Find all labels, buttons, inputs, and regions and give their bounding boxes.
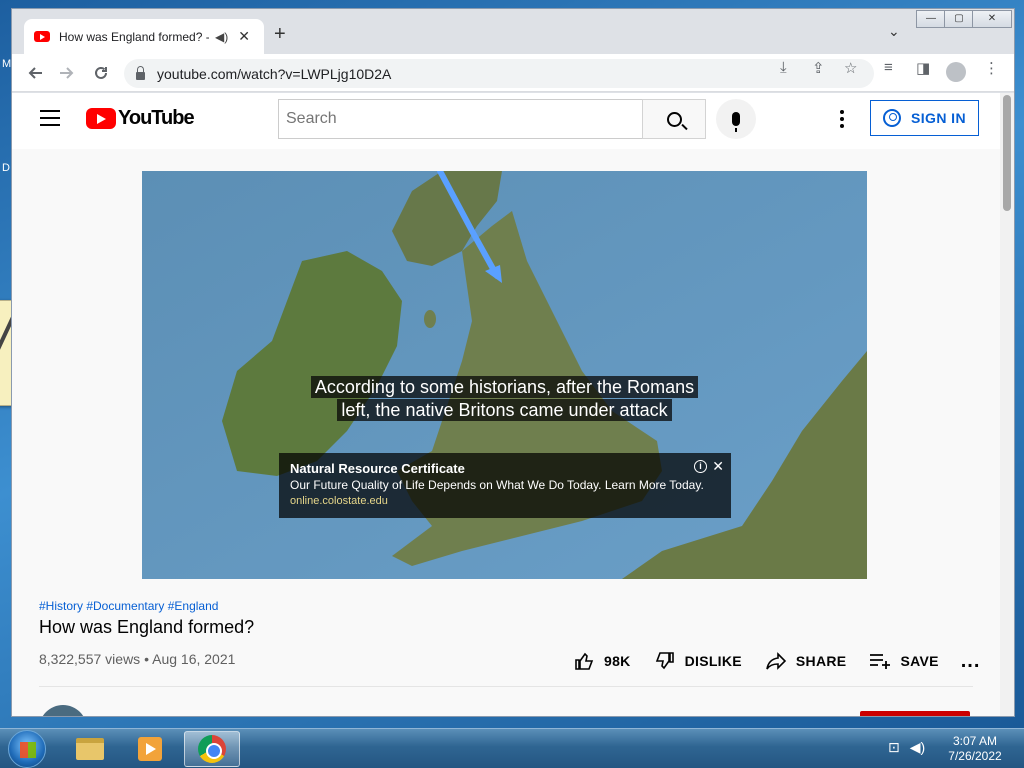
section-divider <box>39 686 973 687</box>
arrow-forward-icon <box>60 67 74 79</box>
taskbar-media-player[interactable] <box>122 731 178 767</box>
lock-icon[interactable] <box>136 65 145 80</box>
search-icon <box>666 111 682 127</box>
ad-url: online.colostate.edu <box>290 495 388 507</box>
page-scrollbar[interactable] <box>1000 93 1014 716</box>
page-viewport: YouTube SIGN IN <box>12 93 1014 716</box>
video-title: How was England formed? <box>39 617 255 637</box>
microphone-icon <box>732 112 740 132</box>
sign-in-label: SIGN IN <box>911 110 966 126</box>
youtube-wordmark: YouTube <box>118 107 195 129</box>
subtitle-line-1: According to some historians, after the … <box>142 376 867 398</box>
ad-info-icon[interactable]: i <box>694 460 707 473</box>
desktop-icon-label[interactable]: D <box>2 162 10 174</box>
taskbar: ⊡ ◀) 3:07 AM 7/26/2022 <box>0 728 1024 768</box>
dislike-label: DISLIKE <box>684 653 742 669</box>
chrome-menu-icon[interactable]: ⋮ <box>984 59 999 77</box>
back-button[interactable] <box>22 60 48 86</box>
address-bar[interactable]: youtube.com/watch?v=LWPLjg10D2A <box>124 59 874 88</box>
browser-window: How was England formed? - ◀) ✕ + ⌄ — ▢ ✕… <box>11 8 1015 717</box>
scrollbar-thumb[interactable] <box>1003 95 1011 211</box>
clock-time: 3:07 AM <box>952 734 998 748</box>
video-player[interactable]: According to some historians, after the … <box>142 171 867 579</box>
arrow-back-icon <box>28 67 42 79</box>
channel-avatar[interactable] <box>39 705 87 716</box>
subscribe-button[interactable] <box>860 711 970 716</box>
chrome-icon <box>198 735 226 763</box>
youtube-play-icon <box>86 108 116 129</box>
share-page-icon[interactable]: ⇪ <box>812 59 825 77</box>
network-icon[interactable]: ⊡ <box>888 739 900 756</box>
taskbar-chrome[interactable] <box>184 731 240 767</box>
start-button[interactable] <box>8 730 46 768</box>
account-circle-icon <box>883 109 902 127</box>
minimize-button[interactable]: — <box>916 10 946 28</box>
youtube-header: YouTube SIGN IN <box>12 93 1000 149</box>
dislike-button[interactable]: DISLIKE <box>653 650 742 672</box>
browser-toolbar: youtube.com/watch?v=LWPLjg10D2A ⤓ ⇪ ☆ ≡ … <box>12 54 1014 92</box>
overlay-ad[interactable]: Natural Resource Certificate Our Future … <box>279 453 731 518</box>
media-player-icon <box>138 737 162 761</box>
search-button[interactable] <box>642 99 706 139</box>
reload-button[interactable] <box>88 60 114 86</box>
folder-icon <box>76 738 104 760</box>
youtube-logo[interactable]: YouTube <box>86 107 195 130</box>
thumbs-up-icon <box>572 650 596 672</box>
meta-separator: • <box>144 651 149 667</box>
like-button[interactable]: 98K <box>572 650 631 672</box>
media-control-icon[interactable]: ≡ <box>884 59 893 76</box>
voice-search-button[interactable] <box>716 99 756 139</box>
tab-strip: How was England formed? - ◀) ✕ + ⌄ — ▢ ✕ <box>12 9 1014 54</box>
video-meta: 8,322,557 views • Aug 16, 2021 <box>39 651 235 667</box>
desktop-icon-label[interactable]: M <box>2 58 11 70</box>
save-button[interactable]: SAVE <box>868 650 938 672</box>
add-to-playlist-icon <box>868 650 892 672</box>
side-panel-icon[interactable]: ◨ <box>916 59 930 77</box>
profile-avatar-icon[interactable] <box>946 62 966 82</box>
maximize-button[interactable]: ▢ <box>944 10 974 28</box>
forward-button[interactable] <box>54 60 80 86</box>
clock-date: 7/26/2022 <box>948 749 1002 763</box>
thumbs-down-icon <box>653 650 677 672</box>
like-count: 98K <box>604 653 631 669</box>
bookmark-star-icon[interactable]: ☆ <box>844 59 857 77</box>
new-tab-button[interactable]: + <box>274 23 286 46</box>
ad-title: Natural Resource Certificate <box>290 461 465 476</box>
volume-icon[interactable]: ◀) <box>910 739 925 756</box>
tab-search-chevron-icon[interactable]: ⌄ <box>888 23 900 40</box>
audio-playing-icon[interactable]: ◀) <box>215 30 228 44</box>
ad-description: Our Future Quality of Life Depends on Wh… <box>290 478 704 492</box>
tab-close-icon[interactable]: ✕ <box>238 28 250 45</box>
hamburger-menu-icon[interactable] <box>40 110 60 126</box>
settings-menu-icon[interactable] <box>830 107 854 131</box>
tab-title: How was England formed? - <box>59 29 209 44</box>
more-actions-icon[interactable]: ... <box>961 650 981 673</box>
share-label: SHARE <box>795 653 847 669</box>
url-text: youtube.com/watch?v=LWPLjg10D2A <box>157 65 392 82</box>
video-hashtags[interactable]: #History #Documentary #England <box>39 599 218 613</box>
ad-close-icon[interactable]: ✕ <box>712 458 724 475</box>
save-label: SAVE <box>900 653 939 669</box>
reload-icon <box>95 66 107 79</box>
subtitle-line-2: left, the native Britons came under atta… <box>142 399 867 421</box>
upload-date: Aug 16, 2021 <box>152 651 236 667</box>
video-actions: 98K DISLIKE SHARE SAVE ... <box>572 649 980 673</box>
close-window-button[interactable]: ✕ <box>972 10 1012 28</box>
share-arrow-icon <box>764 650 788 672</box>
system-clock[interactable]: 3:07 AM 7/26/2022 <box>940 734 1010 764</box>
view-count: 8,322,557 views <box>39 651 141 667</box>
taskbar-explorer[interactable] <box>62 731 118 767</box>
system-tray: ⊡ ◀) <box>888 739 925 756</box>
share-button[interactable]: SHARE <box>764 650 847 672</box>
youtube-favicon-icon <box>34 31 50 42</box>
install-app-icon[interactable]: ⤓ <box>780 59 787 76</box>
browser-tab-active[interactable]: How was England formed? - ◀) ✕ <box>24 19 264 54</box>
sign-in-button[interactable]: SIGN IN <box>870 100 979 136</box>
search-input[interactable] <box>278 99 643 139</box>
